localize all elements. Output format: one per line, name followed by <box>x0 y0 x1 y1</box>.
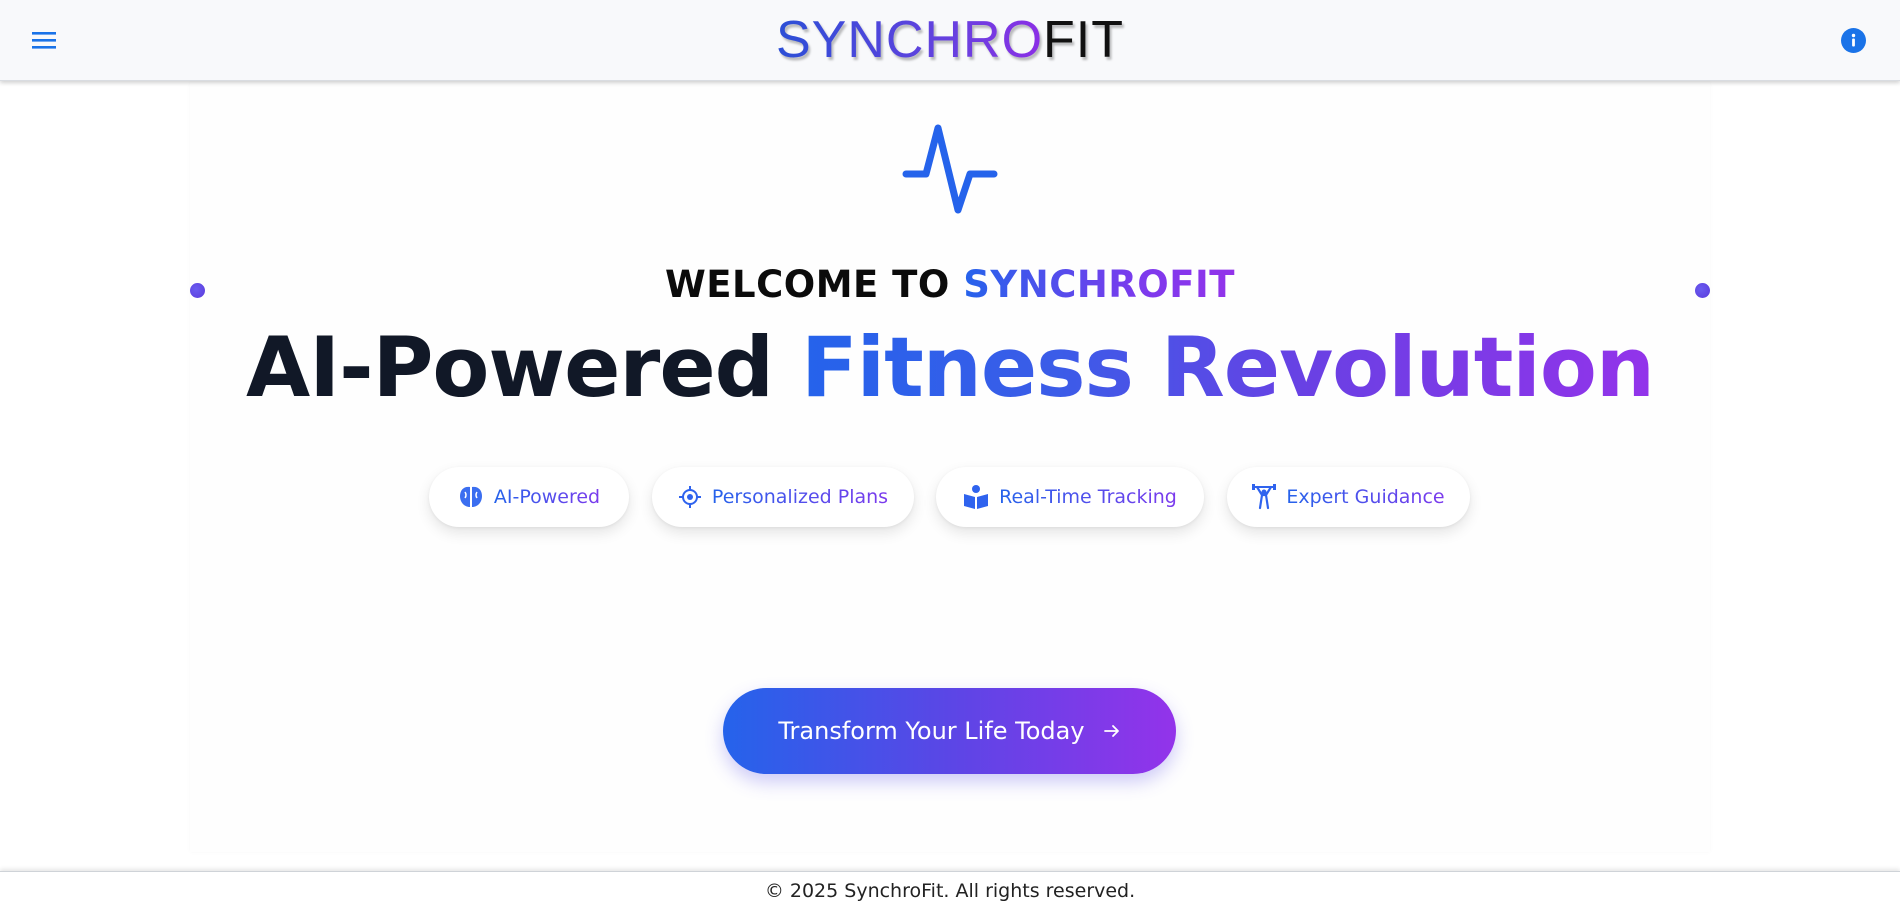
top-app-bar: SYNCHROFIT <box>0 0 1900 81</box>
welcome-prefix: WELCOME TO <box>664 263 950 306</box>
logo-synchro: SYNCHRO <box>775 11 1044 69</box>
feature-pill-expert-guidance[interactable]: Expert Guidance <box>1227 467 1470 527</box>
headline-gradient: Fitness Revolution <box>800 319 1655 416</box>
info-icon[interactable] <box>1841 28 1866 53</box>
welcome-brand: SYNCHROFIT <box>963 263 1236 306</box>
tracking-icon <box>964 485 989 509</box>
feature-pill-real-time-tracking[interactable]: Real-Time Tracking <box>936 467 1204 527</box>
logo-fit: FIT <box>1043 11 1124 69</box>
feature-pills: AI-Powered Personalized Plans Real-Time … <box>0 467 1900 527</box>
feature-pill-ai-powered[interactable]: AI-Powered <box>429 467 629 527</box>
feature-pill-personalized-plans[interactable]: Personalized Plans <box>652 467 914 527</box>
footer: © 2025 SynchroFit. All rights reserved. <box>0 871 1900 911</box>
feature-label: Real-Time Tracking <box>999 486 1177 508</box>
activity-pulse-icon <box>902 124 998 214</box>
brain-icon <box>459 486 482 507</box>
target-icon <box>678 486 701 508</box>
feature-label: Expert Guidance <box>1286 486 1445 508</box>
feature-label: Personalized Plans <box>711 486 889 508</box>
page-title: AI-Powered Fitness Revolution <box>0 318 1900 418</box>
brand-logo[interactable]: SYNCHROFIT <box>0 8 1900 72</box>
welcome-heading: WELCOME TO SYNCHROFIT <box>0 260 1900 310</box>
headline-dark: AI-Powered <box>246 319 774 416</box>
feature-label: AI-Powered <box>493 486 601 508</box>
transform-cta-button[interactable]: Transform Your Life Today <box>723 688 1176 774</box>
copyright-text: © 2025 SynchroFit. All rights reserved. <box>764 880 1136 902</box>
weightlifter-icon <box>1252 484 1277 510</box>
arrow-right-icon <box>1103 725 1119 737</box>
cta-label: Transform Your Life Today <box>778 717 1085 745</box>
